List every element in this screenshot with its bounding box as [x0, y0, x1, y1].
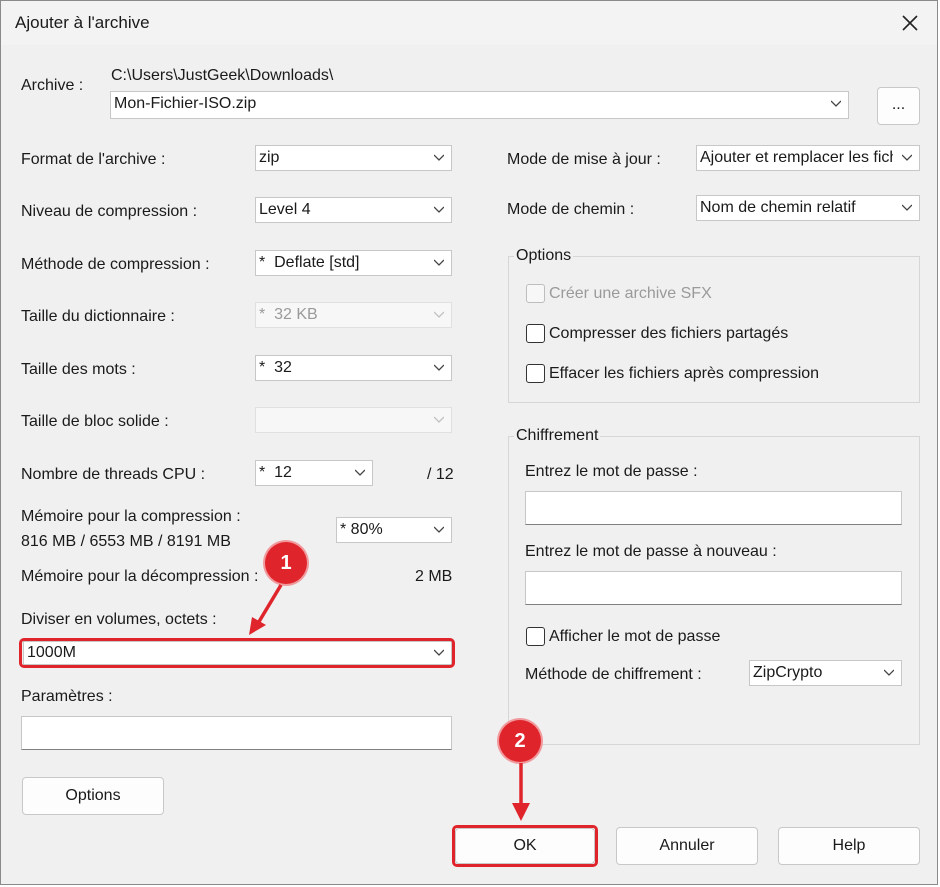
level-value: Level 4 [259, 201, 311, 218]
archive-name-value: Mon-Fichier-ISO.zip [114, 95, 257, 112]
words-value: * 32 [259, 359, 292, 376]
threads-label: Nombre de threads CPU : [21, 466, 206, 483]
password-again-input[interactable] [525, 571, 902, 605]
annotation-arrow-2 [512, 763, 530, 821]
encryption-group-title: Chiffrement [514, 427, 601, 445]
chevron-down-icon [831, 100, 841, 107]
dict-value: * 32 KB [259, 306, 318, 323]
sfx-checkbox [526, 284, 545, 303]
archive-label: Archive : [21, 77, 84, 94]
dict-label: Taille du dictionnaire : [21, 308, 175, 325]
add-to-archive-dialog: Ajouter à l'archive Archive : C:\Users\J… [0, 0, 938, 885]
dialog-title: Ajouter à l'archive [15, 13, 150, 32]
annotation-badge-2: 2 [499, 720, 541, 762]
annotation-badge-1: 1 [265, 542, 307, 584]
split-label: Diviser en volumes, octets : [21, 611, 217, 628]
title-bar: Ajouter à l'archive [1, 1, 937, 45]
level-label: Niveau de compression : [21, 203, 198, 220]
method-label: Méthode de compression : [21, 256, 210, 273]
chevron-down-icon [434, 259, 444, 266]
path-mode-label: Mode de chemin : [507, 201, 635, 218]
show-password-label: Afficher le mot de passe [549, 628, 721, 645]
encryption-method-combo[interactable]: ZipCrypto [749, 660, 902, 686]
encryption-method-label: Méthode de chiffrement : [525, 666, 702, 683]
mem-comp-label: Mémoire pour la compression : [21, 508, 241, 525]
format-label: Format de l'archive : [21, 151, 166, 168]
chevron-down-icon [434, 206, 444, 213]
words-label: Taille des mots : [21, 361, 136, 378]
chevron-down-icon [434, 526, 444, 533]
format-combo[interactable]: zip [255, 145, 452, 171]
options-group-title: Options [514, 247, 574, 265]
encryption-method-value: ZipCrypto [753, 664, 823, 681]
mem-comp-value: * 80% [340, 521, 383, 538]
help-button[interactable]: Help [778, 827, 920, 865]
highlight-box-ok [452, 825, 598, 867]
params-label: Paramètres : [21, 688, 113, 705]
method-value: * Deflate [std] [259, 254, 360, 271]
close-icon[interactable] [897, 10, 923, 36]
path-mode-value: Nom de chemin relatif [700, 199, 856, 216]
chevron-down-icon [434, 416, 444, 423]
annotation-arrow-1 [249, 584, 283, 635]
update-mode-label: Mode de mise à jour : [507, 151, 661, 168]
password-label: Entrez le mot de passe : [525, 463, 698, 480]
threads-combo[interactable]: * 12 [255, 460, 373, 486]
format-value: zip [259, 149, 280, 166]
chevron-down-icon [434, 154, 444, 161]
archive-path: C:\Users\JustGeek\Downloads\ [111, 67, 334, 84]
delete-checkbox[interactable] [526, 364, 545, 383]
shared-label: Compresser des fichiers partagés [549, 325, 789, 342]
method-combo[interactable]: * Deflate [std] [255, 250, 452, 276]
path-mode-combo[interactable]: Nom de chemin relatif [696, 195, 920, 221]
update-mode-value: Ajouter et remplacer les fichiers [700, 149, 893, 166]
browse-button[interactable]: ... [877, 87, 920, 125]
threads-max: / 12 [427, 466, 454, 483]
password-input[interactable] [525, 491, 902, 525]
password-again-label: Entrez le mot de passe à nouveau : [525, 543, 777, 560]
mem-decomp-label: Mémoire pour la décompression : [21, 568, 259, 585]
threads-value: * 12 [259, 464, 292, 481]
mem-comp-combo[interactable]: * 80% [336, 517, 452, 543]
highlight-box-split [19, 638, 455, 668]
chevron-down-icon [884, 669, 894, 676]
chevron-down-icon [434, 311, 444, 318]
level-combo[interactable]: Level 4 [255, 197, 452, 223]
mem-comp-detail: 816 MB / 6553 MB / 8191 MB [21, 533, 231, 550]
delete-label: Effacer les fichiers après compression [549, 365, 820, 382]
options-button[interactable]: Options [22, 777, 164, 815]
show-password-checkbox[interactable] [526, 627, 545, 646]
update-mode-combo[interactable]: Ajouter et remplacer les fichiers [696, 145, 920, 171]
chevron-down-icon [355, 469, 365, 476]
chevron-down-icon [902, 154, 912, 161]
dict-combo: * 32 KB [255, 302, 452, 328]
solid-label: Taille de bloc solide : [21, 413, 169, 430]
chevron-down-icon [902, 204, 912, 211]
chevron-down-icon [434, 364, 444, 371]
shared-checkbox[interactable] [526, 324, 545, 343]
words-combo[interactable]: * 32 [255, 355, 452, 381]
archive-name-combo[interactable]: Mon-Fichier-ISO.zip [110, 91, 849, 119]
solid-combo [255, 407, 452, 433]
sfx-label: Créer une archive SFX [549, 285, 712, 302]
params-input[interactable] [21, 716, 452, 750]
mem-decomp-value: 2 MB [415, 568, 453, 585]
cancel-button[interactable]: Annuler [616, 827, 758, 865]
